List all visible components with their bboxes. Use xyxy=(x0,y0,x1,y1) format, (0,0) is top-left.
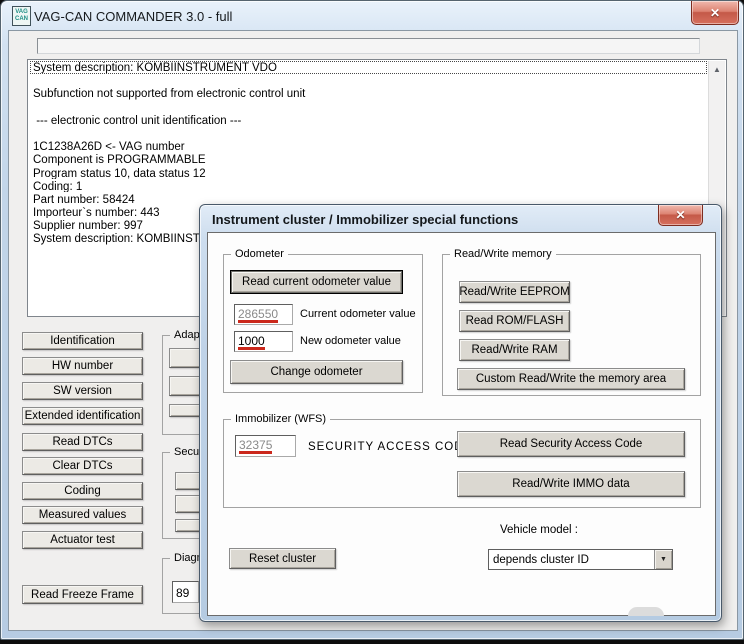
sidebar-button-read-dtcs[interactable]: Read DTCs xyxy=(22,433,143,451)
sidebar-button-clear-dtcs[interactable]: Clear DTCs xyxy=(22,457,143,475)
read-freeze-frame-button[interactable]: Read Freeze Frame xyxy=(22,585,143,604)
output-line[interactable]: Program status 10, data status 12 xyxy=(30,167,707,180)
new-odometer-label: New odometer value xyxy=(300,335,401,347)
diagnostic-value-field[interactable]: 89 xyxy=(172,581,199,603)
read-write-eeprom-button[interactable]: Read/Write EEPROM xyxy=(459,281,570,303)
change-odometer-button[interactable]: Change odometer xyxy=(230,360,403,384)
vehicle-model-label: Vehicle model : xyxy=(500,524,578,536)
sidebar-button-measured-values[interactable]: Measured values xyxy=(22,506,143,524)
output-line[interactable]: --- electronic control unit identificati… xyxy=(30,114,707,127)
odometer-group: Odometer Read current odometer value 286… xyxy=(223,254,423,393)
close-icon[interactable]: ✕ xyxy=(691,1,739,25)
read-current-odometer-button[interactable]: Read current odometer value xyxy=(230,270,403,294)
output-line[interactable] xyxy=(30,127,707,140)
memory-group-label: Read/Write memory xyxy=(450,248,556,260)
diagnostic-value: 89 xyxy=(176,586,189,600)
vehicle-model-value: depends cluster ID xyxy=(489,554,654,566)
immobilizer-group-label: Immobilizer (WFS) xyxy=(231,413,330,425)
sidebar-button-coding[interactable]: Coding xyxy=(22,482,143,500)
output-line[interactable]: Coding: 1 xyxy=(30,180,707,193)
vag-can-logo-icon: VAG CAN xyxy=(12,6,31,26)
special-functions-dialog: Instrument cluster / Immobilizer special… xyxy=(199,204,722,622)
vehicle-model-dropdown[interactable]: depends cluster ID ▼ xyxy=(488,549,673,570)
output-line[interactable]: System description: KOMBIINSTRUMENT VDO xyxy=(30,61,707,74)
security-access-code-label: SECURITY ACCESS CODE xyxy=(308,441,472,453)
sidebar-button-identification[interactable]: Identification xyxy=(22,332,143,350)
output-line[interactable] xyxy=(30,101,707,114)
read-rom-flash-button[interactable]: Read ROM/FLASH xyxy=(459,310,570,332)
dialog-title: Instrument cluster / Immobilizer special… xyxy=(212,212,518,227)
reset-cluster-button[interactable]: Reset cluster xyxy=(229,548,336,569)
dialog-close-glyph: ✕ xyxy=(675,208,685,222)
immobilizer-group: Immobilizer (WFS) 32375 SECURITY ACCESS … xyxy=(223,419,701,508)
dialog-close-icon[interactable]: ✕ xyxy=(658,205,703,226)
sidebar-button-actuator-test[interactable]: Actuator test xyxy=(22,531,143,549)
main-window-title: VAG-CAN COMMANDER 3.0 - full xyxy=(34,9,232,24)
new-odometer-value: 1000 xyxy=(238,335,265,350)
sidebar-button-sw-version[interactable]: SW version xyxy=(22,382,143,400)
status-field[interactable] xyxy=(37,38,700,54)
current-odometer-label: Current odometer value xyxy=(300,308,416,320)
dropdown-arrow-icon[interactable]: ▼ xyxy=(654,550,672,569)
output-line[interactable]: Subfunction not supported from electroni… xyxy=(30,87,707,100)
logo-line2: CAN xyxy=(13,16,30,23)
memory-group: Read/Write memory Read/Write EEPROM Read… xyxy=(442,254,701,396)
main-titlebar[interactable]: VAG CAN VAG-CAN COMMANDER 3.0 - full xyxy=(1,1,743,31)
new-odometer-input[interactable]: 1000 xyxy=(234,331,293,352)
current-odometer-input[interactable]: 286550 xyxy=(234,304,293,325)
read-write-immo-data-button[interactable]: Read/Write IMMO data xyxy=(457,471,685,497)
output-line[interactable]: Component is PROGRAMMABLE xyxy=(30,153,707,166)
read-write-ram-button[interactable]: Read/Write RAM xyxy=(459,339,570,361)
sidebar-button-hw-number[interactable]: HW number xyxy=(22,357,143,375)
odometer-group-label: Odometer xyxy=(231,248,288,260)
sidebar-button-extended-identification[interactable]: Extended identification xyxy=(22,407,143,425)
security-access-code-value: 32375 xyxy=(239,439,272,454)
logo-line1: VAG xyxy=(13,9,30,16)
output-line[interactable] xyxy=(30,74,707,87)
security-access-code-input[interactable]: 32375 xyxy=(235,435,296,457)
close-glyph: ✕ xyxy=(710,6,720,20)
partial-hidden-control xyxy=(628,607,664,616)
current-odometer-value: 286550 xyxy=(238,308,278,323)
read-security-access-code-button[interactable]: Read Security Access Code xyxy=(457,431,685,457)
output-line[interactable]: 1C1238A26D <- VAG number xyxy=(30,140,707,153)
scroll-up-icon[interactable]: ▲ xyxy=(709,61,725,77)
custom-read-write-button[interactable]: Custom Read/Write the memory area xyxy=(457,368,685,390)
